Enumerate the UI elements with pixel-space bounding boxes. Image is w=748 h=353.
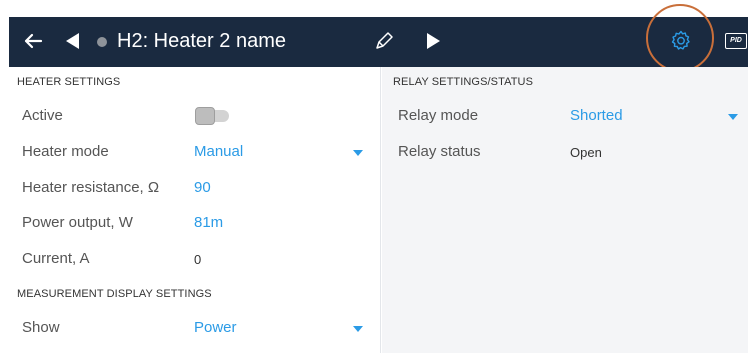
previous-heater-icon[interactable] — [61, 30, 83, 52]
heater-mode-select[interactable]: Manual — [194, 143, 243, 160]
relay-mode-label: Relay mode — [398, 107, 479, 124]
heater-mode-label: Heater mode — [22, 143, 109, 160]
heater-resistance-label: Heater resistance, Ω — [22, 179, 160, 196]
relay-status-label: Relay status — [398, 143, 481, 160]
relay-settings-title: RELAY SETTINGS/STATUS — [393, 76, 534, 88]
relay-status-value: Open — [570, 145, 602, 160]
show-select[interactable]: Power — [194, 319, 237, 336]
top-area: H2: Heater 2 name PID — [0, 0, 748, 72]
status-dot-icon — [97, 37, 107, 47]
pid-button[interactable]: PID — [725, 33, 747, 49]
measurement-display-title: MEASUREMENT DISPLAY SETTINGS — [17, 288, 212, 300]
edit-pencil-icon[interactable] — [373, 30, 395, 52]
active-toggle[interactable] — [195, 107, 229, 125]
chevron-down-icon[interactable] — [353, 150, 363, 156]
relay-settings-panel: RELAY SETTINGS/STATUS Relay mode Shorted… — [382, 67, 748, 353]
chevron-down-icon[interactable] — [728, 114, 738, 120]
heater-settings-title: HEATER SETTINGS — [17, 76, 121, 88]
heater-resistance-field[interactable]: 90 — [194, 179, 211, 196]
relay-mode-select[interactable]: Shorted — [570, 107, 623, 124]
current-label: Current, A — [22, 250, 90, 267]
power-output-field[interactable]: 81m — [194, 214, 223, 231]
current-value: 0 — [194, 252, 202, 267]
next-heater-icon[interactable] — [423, 30, 445, 52]
gear-highlight-ring — [646, 4, 714, 72]
show-label: Show — [22, 319, 60, 336]
page-title: H2: Heater 2 name — [117, 30, 286, 52]
header-bar: H2: Heater 2 name PID — [9, 17, 748, 67]
back-arrow-icon[interactable] — [19, 27, 47, 55]
power-output-label: Power output, W — [22, 214, 133, 231]
chevron-down-icon[interactable] — [353, 326, 363, 332]
heater-settings-panel: HEATER SETTINGS Active Heater mode Manua… — [9, 67, 381, 353]
toggle-thumb — [195, 107, 215, 125]
active-label: Active — [22, 107, 63, 124]
